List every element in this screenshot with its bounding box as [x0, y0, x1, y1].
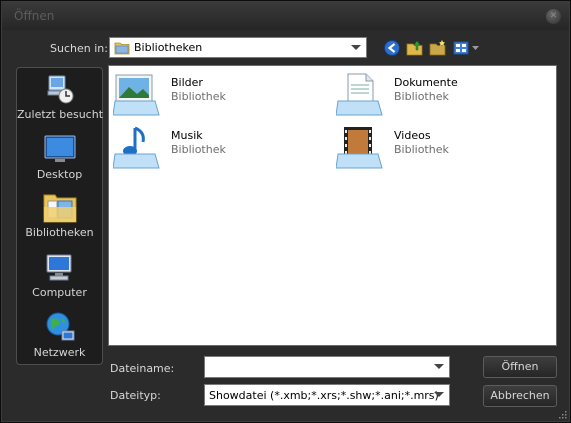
filename-label: Dateiname: — [110, 362, 175, 375]
library-type: Bibliothek — [171, 90, 226, 103]
library-name: Videos — [394, 129, 431, 142]
documents-library-icon — [335, 73, 386, 119]
resize-grip-icon[interactable] — [557, 409, 567, 419]
library-type: Bibliothek — [171, 143, 226, 156]
chevron-down-icon[interactable] — [434, 364, 444, 369]
library-item-videos[interactable]: Videos Bibliothek — [335, 126, 536, 172]
library-name: Musik — [171, 129, 203, 142]
filename-field[interactable] — [204, 356, 450, 378]
place-desktop[interactable]: Desktop — [17, 132, 102, 181]
libraries-icon — [43, 190, 77, 224]
place-network[interactable]: Netzwerk — [17, 310, 102, 359]
window-title: Öffnen — [14, 9, 55, 23]
lookin-label: Suchen in: — [50, 42, 108, 55]
videos-library-icon — [335, 126, 386, 172]
computer-icon — [43, 250, 77, 284]
lookin-value: Bibliotheken — [134, 41, 203, 54]
up-folder-icon[interactable] — [406, 39, 424, 57]
open-file-dialog: Öffnen ✕ Suchen in: Bibliotheken Zuletzt… — [0, 0, 571, 423]
place-label: Netzwerk — [33, 346, 86, 359]
filetype-select[interactable]: Showdatei (*.xmb;*.xrs;*.shw;*.ani;*.mrs… — [204, 384, 450, 406]
place-label: Zuletzt besucht — [17, 108, 104, 121]
music-library-icon — [112, 126, 163, 172]
place-computer[interactable]: Computer — [17, 250, 102, 299]
place-libraries[interactable]: Bibliotheken — [17, 190, 102, 239]
desktop-icon — [43, 132, 77, 166]
library-item-documents[interactable]: Dokumente Bibliothek — [335, 73, 536, 119]
title-bar[interactable]: Öffnen ✕ — [2, 2, 569, 30]
filetype-label: Dateityp: — [110, 389, 161, 402]
chevron-down-icon[interactable] — [434, 392, 444, 397]
network-icon — [43, 310, 77, 344]
library-name: Bilder — [171, 76, 203, 89]
new-folder-icon[interactable] — [429, 39, 447, 57]
place-label: Desktop — [36, 168, 83, 181]
library-item-music[interactable]: Musik Bibliothek — [112, 126, 313, 172]
place-recent[interactable]: Zuletzt besucht — [17, 72, 104, 121]
view-menu-icon[interactable] — [453, 39, 481, 57]
folder-icon — [114, 42, 130, 55]
lookin-dropdown[interactable]: Bibliotheken — [109, 37, 367, 58]
place-label: Computer — [32, 286, 87, 299]
library-type: Bibliothek — [394, 143, 449, 156]
chevron-down-icon[interactable] — [351, 45, 361, 50]
open-button[interactable]: Öffnen — [483, 356, 557, 378]
close-icon[interactable]: ✕ — [546, 9, 561, 24]
filetype-value: Showdatei (*.xmb;*.xrs;*.shw;*.ani;*.mrs… — [209, 389, 439, 402]
library-name: Dokumente — [394, 76, 458, 89]
back-icon[interactable] — [383, 39, 401, 57]
library-item-pictures[interactable]: Bilder Bibliothek — [112, 73, 313, 119]
library-type: Bibliothek — [394, 90, 449, 103]
place-label: Bibliotheken — [25, 226, 94, 239]
places-bar: Zuletzt besucht Desktop Bibliotheken Com… — [16, 67, 103, 365]
recent-places-icon — [43, 72, 77, 106]
pictures-library-icon — [112, 73, 163, 119]
file-list[interactable]: Bilder Bibliothek Dokumente Bibliothek M… — [108, 65, 557, 346]
cancel-button[interactable]: Abbrechen — [483, 385, 557, 407]
